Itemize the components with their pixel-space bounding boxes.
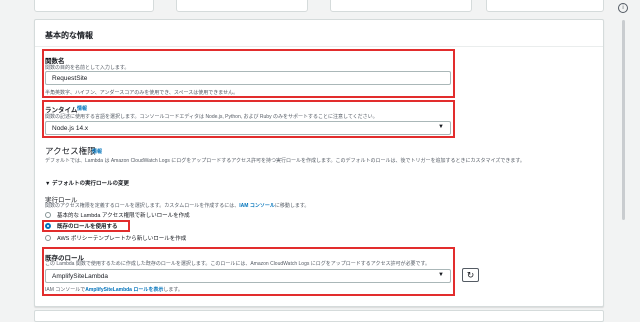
radio-button-selected[interactable]: [45, 223, 51, 229]
change-default-role-expander[interactable]: ▼ デフォルトの実行ロールの変更: [45, 179, 129, 187]
refresh-icon: ↻: [466, 270, 475, 280]
help-icon[interactable]: i: [618, 3, 628, 13]
footer-prefix: IAM コンソールで: [45, 287, 86, 293]
access-info-link[interactable]: 情報: [92, 148, 102, 155]
view-role-link[interactable]: AmplifySiteLambda ロールを表示: [85, 287, 163, 293]
radio-button[interactable]: [45, 235, 51, 241]
runtime-select[interactable]: Node.js 14.x ▼: [45, 121, 451, 135]
next-panel: [34, 310, 604, 322]
footer-suffix: します。: [163, 287, 183, 293]
function-name-hint: 半角英数字、ハイフン、アンダースコアのみを使用でき、スペースは使用できません。: [45, 90, 239, 96]
radio-button[interactable]: [45, 212, 51, 218]
runtime-value: Node.js 14.x: [52, 125, 89, 132]
access-description: デフォルトでは、Lambda は Amazon CloudWatch Logs …: [45, 158, 525, 164]
exec-role-description: 関数のアクセス権限を定義するロールを選択します。カスタムロールを作成するには、I…: [45, 202, 309, 209]
panel-header: 基本的な情報: [35, 20, 603, 47]
top-card-4[interactable]: [486, 0, 604, 12]
refresh-button[interactable]: ↻: [462, 268, 479, 282]
caret-down-icon: ▼: [438, 272, 444, 278]
function-name-input[interactable]: RequestSite: [45, 71, 451, 85]
top-card-2[interactable]: [176, 0, 308, 12]
existing-role-footer: IAM コンソールでAmplifySiteLambda ロールを表示します。: [45, 286, 183, 293]
expander-label: デフォルトの実行ロールの変更: [51, 181, 129, 187]
top-card-1[interactable]: [34, 0, 154, 12]
panel-title: 基本的な情報: [45, 31, 93, 40]
existing-role-select[interactable]: AmplifySiteLambda ▼: [45, 269, 451, 283]
runtime-description: 関数の記述に使用する言語を選択します。コンソールコードエディタは Node.js…: [45, 114, 378, 120]
access-section-title: アクセス権限: [45, 146, 96, 156]
radio-label: 基本的な Lambda アクセス権限で新しいロールを作成: [57, 213, 190, 219]
function-name-value: RequestSite: [52, 75, 88, 82]
existing-role-description: この Lambda 関数で使用するために作成した既存のロールを選択します。このロ…: [45, 261, 431, 267]
top-strip: i: [0, 0, 640, 16]
runtime-info-link[interactable]: 情報: [77, 105, 87, 112]
exec-role-desc-prefix: 関数のアクセス権限を定義するロールを選択します。カスタムロールを作成するには、: [45, 203, 240, 209]
top-card-3[interactable]: [330, 0, 472, 12]
page-scrollbar[interactable]: [622, 20, 625, 220]
basic-info-panel: 基本的な情報 関数名 関数の目的を名前として入力します。 RequestSite…: [34, 19, 604, 307]
iam-console-link[interactable]: IAM コンソール: [239, 203, 275, 209]
radio-label: AWS ポリシーテンプレートから新しいロールを作成: [57, 236, 187, 242]
existing-role-value: AmplifySiteLambda: [52, 273, 108, 280]
function-name-description: 関数の目的を名前として入力します。: [45, 65, 130, 71]
caret-down-icon: ▼: [45, 181, 52, 187]
caret-down-icon: ▼: [438, 124, 444, 130]
radio-label: 既存のロールを使用する: [57, 224, 118, 230]
exec-role-desc-suffix: に移動します。: [274, 203, 310, 209]
